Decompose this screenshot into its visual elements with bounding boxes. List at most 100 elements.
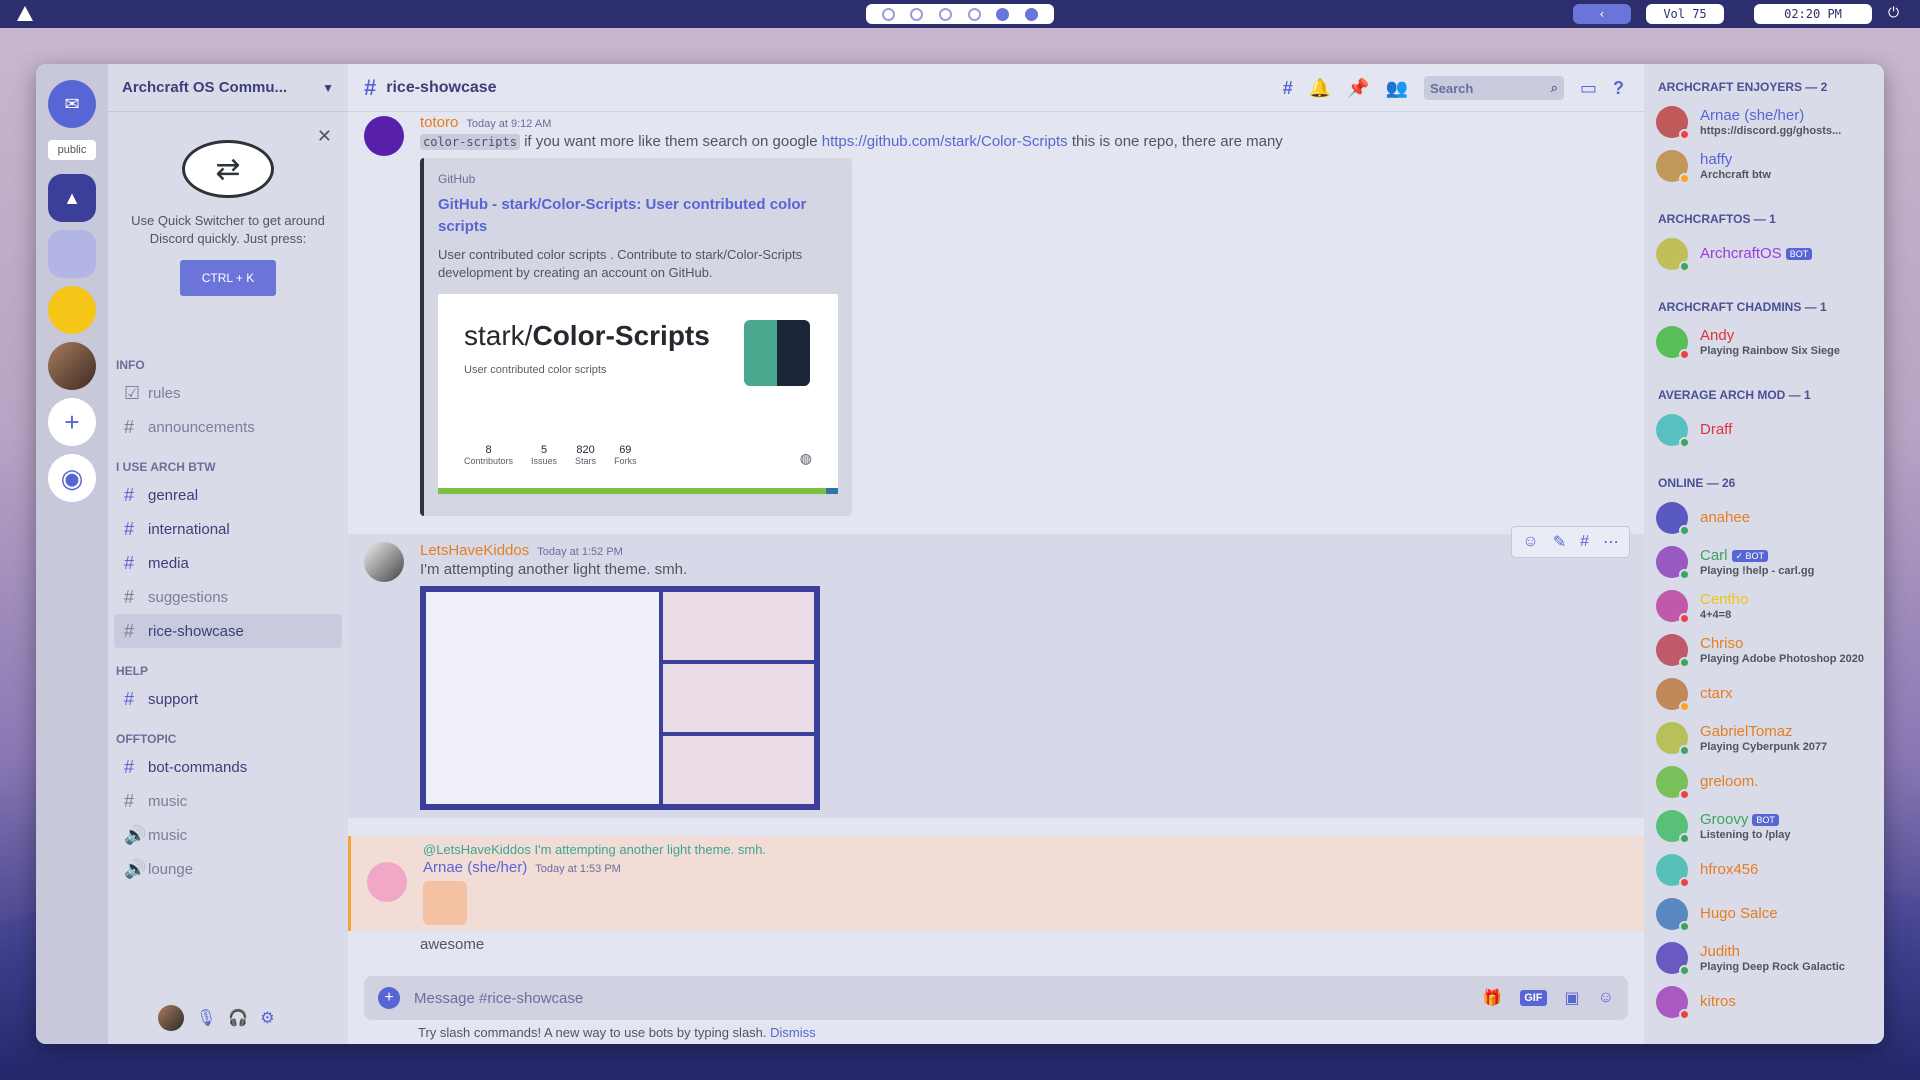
archcraft-logo-icon[interactable] [17,6,33,21]
status-indicator [1679,173,1690,184]
threads-icon[interactable]: # [1283,78,1293,99]
member-item[interactable]: kitros [1656,980,1872,1024]
sticker-icon[interactable]: ▣ [1565,988,1580,1008]
hash-icon: # [124,688,135,709]
workspace-dot[interactable] [1025,7,1039,21]
author-name[interactable]: Arnae (she/her) [423,859,527,876]
channel-item[interactable]: # media [114,546,342,580]
embed-title[interactable]: GitHub - stark/Color-Scripts: User contr… [438,194,838,238]
channel-item[interactable]: # announcements [114,410,342,444]
member-item[interactable]: Groovy BOT Listening to /play [1656,804,1872,848]
member-item[interactable]: ctarx [1656,672,1872,716]
member-avatar [1656,722,1690,756]
member-item[interactable]: Centho 4+4=8 [1656,584,1872,628]
author-avatar[interactable] [364,116,404,156]
sticker-image[interactable] [423,881,467,925]
workspace-dot[interactable] [881,7,895,21]
embed-image[interactable]: stark/Color-Scripts User contributed col… [438,294,838,494]
workspace-dot[interactable] [939,7,953,21]
channel-item[interactable]: # international [114,512,342,546]
close-icon[interactable]: ✕ [317,126,332,147]
upload-plus-icon[interactable]: + [378,987,400,1009]
member-item[interactable]: GabrielTomaz Playing Cyberpunk 2077 [1656,716,1872,760]
settings-gear-icon[interactable]: ⚙ [260,1008,274,1028]
member-item[interactable]: ArchcraftOS BOT [1656,232,1872,276]
member-item[interactable]: greloom. [1656,760,1872,804]
author-avatar[interactable] [367,862,407,902]
sun-server-icon[interactable] [48,286,96,334]
more-options-icon[interactable]: ⋯ [1603,532,1619,552]
message-input[interactable]: Message #rice-showcase [414,990,583,1007]
member-item[interactable]: Chriso Playing Adobe Photoshop 2020 [1656,628,1872,672]
back-arrow-button[interactable]: ‹ [1573,4,1631,24]
message-link[interactable]: https://github.com/stark/Color-Scripts [822,133,1068,150]
member-item[interactable]: Judith Playing Deep Rock Galactic [1656,936,1872,980]
dismiss-link[interactable]: Dismiss [770,1025,816,1040]
channel-item[interactable]: 🔊 lounge [114,852,342,886]
search-input[interactable]: Search ⌕ [1423,76,1564,100]
channel-category[interactable]: HELP [108,648,348,682]
volume-indicator[interactable]: Vol 75 [1646,4,1724,24]
thread-icon[interactable]: # [1580,533,1589,551]
author-avatar[interactable] [364,542,404,582]
power-icon[interactable]: ⏻ [1888,4,1899,21]
inbox-icon[interactable]: ▭ [1580,78,1597,99]
channel-category[interactable]: I USE ARCH BTW [108,444,348,478]
archcraft-server-icon[interactable]: ▲ [48,174,96,222]
channel-item[interactable]: # music [114,784,342,818]
gif-button[interactable]: GIF [1520,990,1547,1006]
pinned-messages-icon[interactable]: 📌 [1347,78,1369,99]
member-name: anahee [1700,509,1751,526]
explore-compass-icon[interactable]: ◉ [48,454,96,502]
member-item[interactable]: haffy Archcraft btw [1656,144,1872,188]
reply-reference[interactable]: @LetsHaveKiddos I'm attempting another l… [423,836,1644,857]
channel-item[interactable]: # support [114,682,342,716]
voice-icon: 🔊 [124,858,147,879]
server-header[interactable]: Archcraft OS Commu... ▼ [108,64,348,112]
emoji-icon[interactable]: ☺ [1598,989,1614,1007]
workspace-switcher[interactable] [866,4,1054,24]
channel-category[interactable]: OFFTOPIC [108,716,348,750]
add-server-icon[interactable]: + [48,398,96,446]
server-name: Archcraft OS Commu... [122,79,288,96]
gift-icon[interactable]: 🎁 [1482,988,1502,1008]
server-folder-icon[interactable] [48,230,96,278]
add-reaction-icon[interactable]: ☺ [1522,533,1538,551]
member-item[interactable]: Andy Playing Rainbow Six Siege [1656,320,1872,364]
workspace-dot[interactable] [996,7,1010,21]
author-name[interactable]: totoro [420,114,458,131]
channel-category[interactable]: INFO [108,342,348,376]
attachment-screenshot[interactable] [420,586,820,810]
member-item[interactable]: Draff [1656,408,1872,452]
channel-name: rice-showcase [148,622,244,640]
author-name[interactable]: LetsHaveKiddos [420,542,529,559]
user-avatar[interactable] [158,1005,184,1031]
notification-bell-icon[interactable]: 🔔 [1309,78,1331,99]
workspace-dot[interactable] [910,7,924,21]
help-icon[interactable]: ? [1613,78,1624,99]
microphone-icon[interactable]: 🎙 [196,1008,216,1028]
channel-item[interactable]: # genreal [114,478,342,512]
edit-icon[interactable]: ✎ [1553,532,1566,552]
headphones-icon[interactable]: 🎧 [228,1008,248,1028]
github-icon: ◍ [799,450,812,466]
discord-home-icon[interactable]: ✉ [48,80,96,128]
member-item[interactable]: Hugo Salce [1656,892,1872,936]
member-item[interactable]: Carl ✓ BOT Playing !help - carl.gg [1656,540,1872,584]
user-server-icon[interactable] [48,342,96,390]
channel-item[interactable]: # rice-showcase [114,614,342,648]
channel-item[interactable]: # suggestions [114,580,342,614]
quick-switcher-shortcut[interactable]: CTRL + K [180,260,276,296]
message-composer[interactable]: + Message #rice-showcase 🎁 GIF ▣ ☺ [364,976,1628,1020]
embed-provider[interactable]: GitHub [438,172,838,186]
channel-item[interactable]: 🔊 music [114,818,342,852]
channel-item[interactable]: ☑ rules [114,376,342,410]
workspace-dot[interactable] [967,7,981,21]
channel-item[interactable]: # bot-commands [114,750,342,784]
member-list-icon[interactable]: 👥 [1386,78,1408,99]
bot-badge: ✓ BOT [1731,550,1769,563]
member-item[interactable]: hfrox456 [1656,848,1872,892]
system-top-bar: ‹ Vol 75 02:20 PM ⏻ [0,0,1920,28]
member-item[interactable]: Arnae (she/her) https://discord.gg/ghost… [1656,100,1872,144]
member-item[interactable]: anahee [1656,496,1872,540]
